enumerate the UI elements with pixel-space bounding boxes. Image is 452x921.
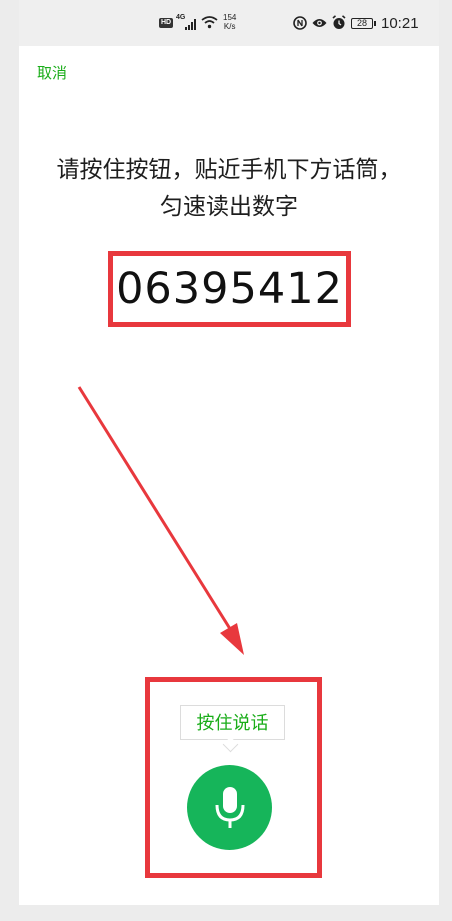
status-time: 10:21 (381, 15, 419, 32)
microphone-icon (215, 786, 244, 828)
eye-icon (312, 19, 327, 27)
instruction-line-2: 匀速读出数字 (160, 194, 298, 220)
network-speed: 154 K/s (223, 13, 236, 31)
hold-to-talk-hint: 按住说话 (180, 705, 285, 740)
instruction-text: 请按住按钮，贴近手机下方话筒， 匀速读出数字 (19, 152, 439, 226)
signal-icon (185, 19, 196, 30)
nfc-icon (293, 16, 307, 30)
cancel-button[interactable]: 取消 (37, 62, 67, 83)
network-speed-unit: K/s (223, 22, 236, 31)
instruction-line-1: 请按住按钮，贴近手机下方话筒， (56, 157, 402, 183)
battery-icon: 28 (351, 18, 376, 29)
verification-digits: 06395412 (116, 264, 343, 314)
hold-to-talk-button[interactable] (187, 765, 272, 850)
mic-highlight-box: 按住说话 (145, 677, 322, 878)
wifi-icon (201, 16, 218, 29)
phone-screen: HD 4G 154 K/s 28 10:21 取消 请按住按钮，贴近手机下方话筒… (19, 0, 439, 905)
digits-highlight-box: 06395412 (108, 251, 351, 327)
status-bar: HD 4G 154 K/s 28 10:21 (19, 0, 439, 46)
network-speed-value: 154 (223, 13, 237, 22)
hd-badge: HD (159, 18, 173, 28)
alarm-icon (332, 15, 346, 29)
network-type-label: 4G (176, 14, 186, 21)
